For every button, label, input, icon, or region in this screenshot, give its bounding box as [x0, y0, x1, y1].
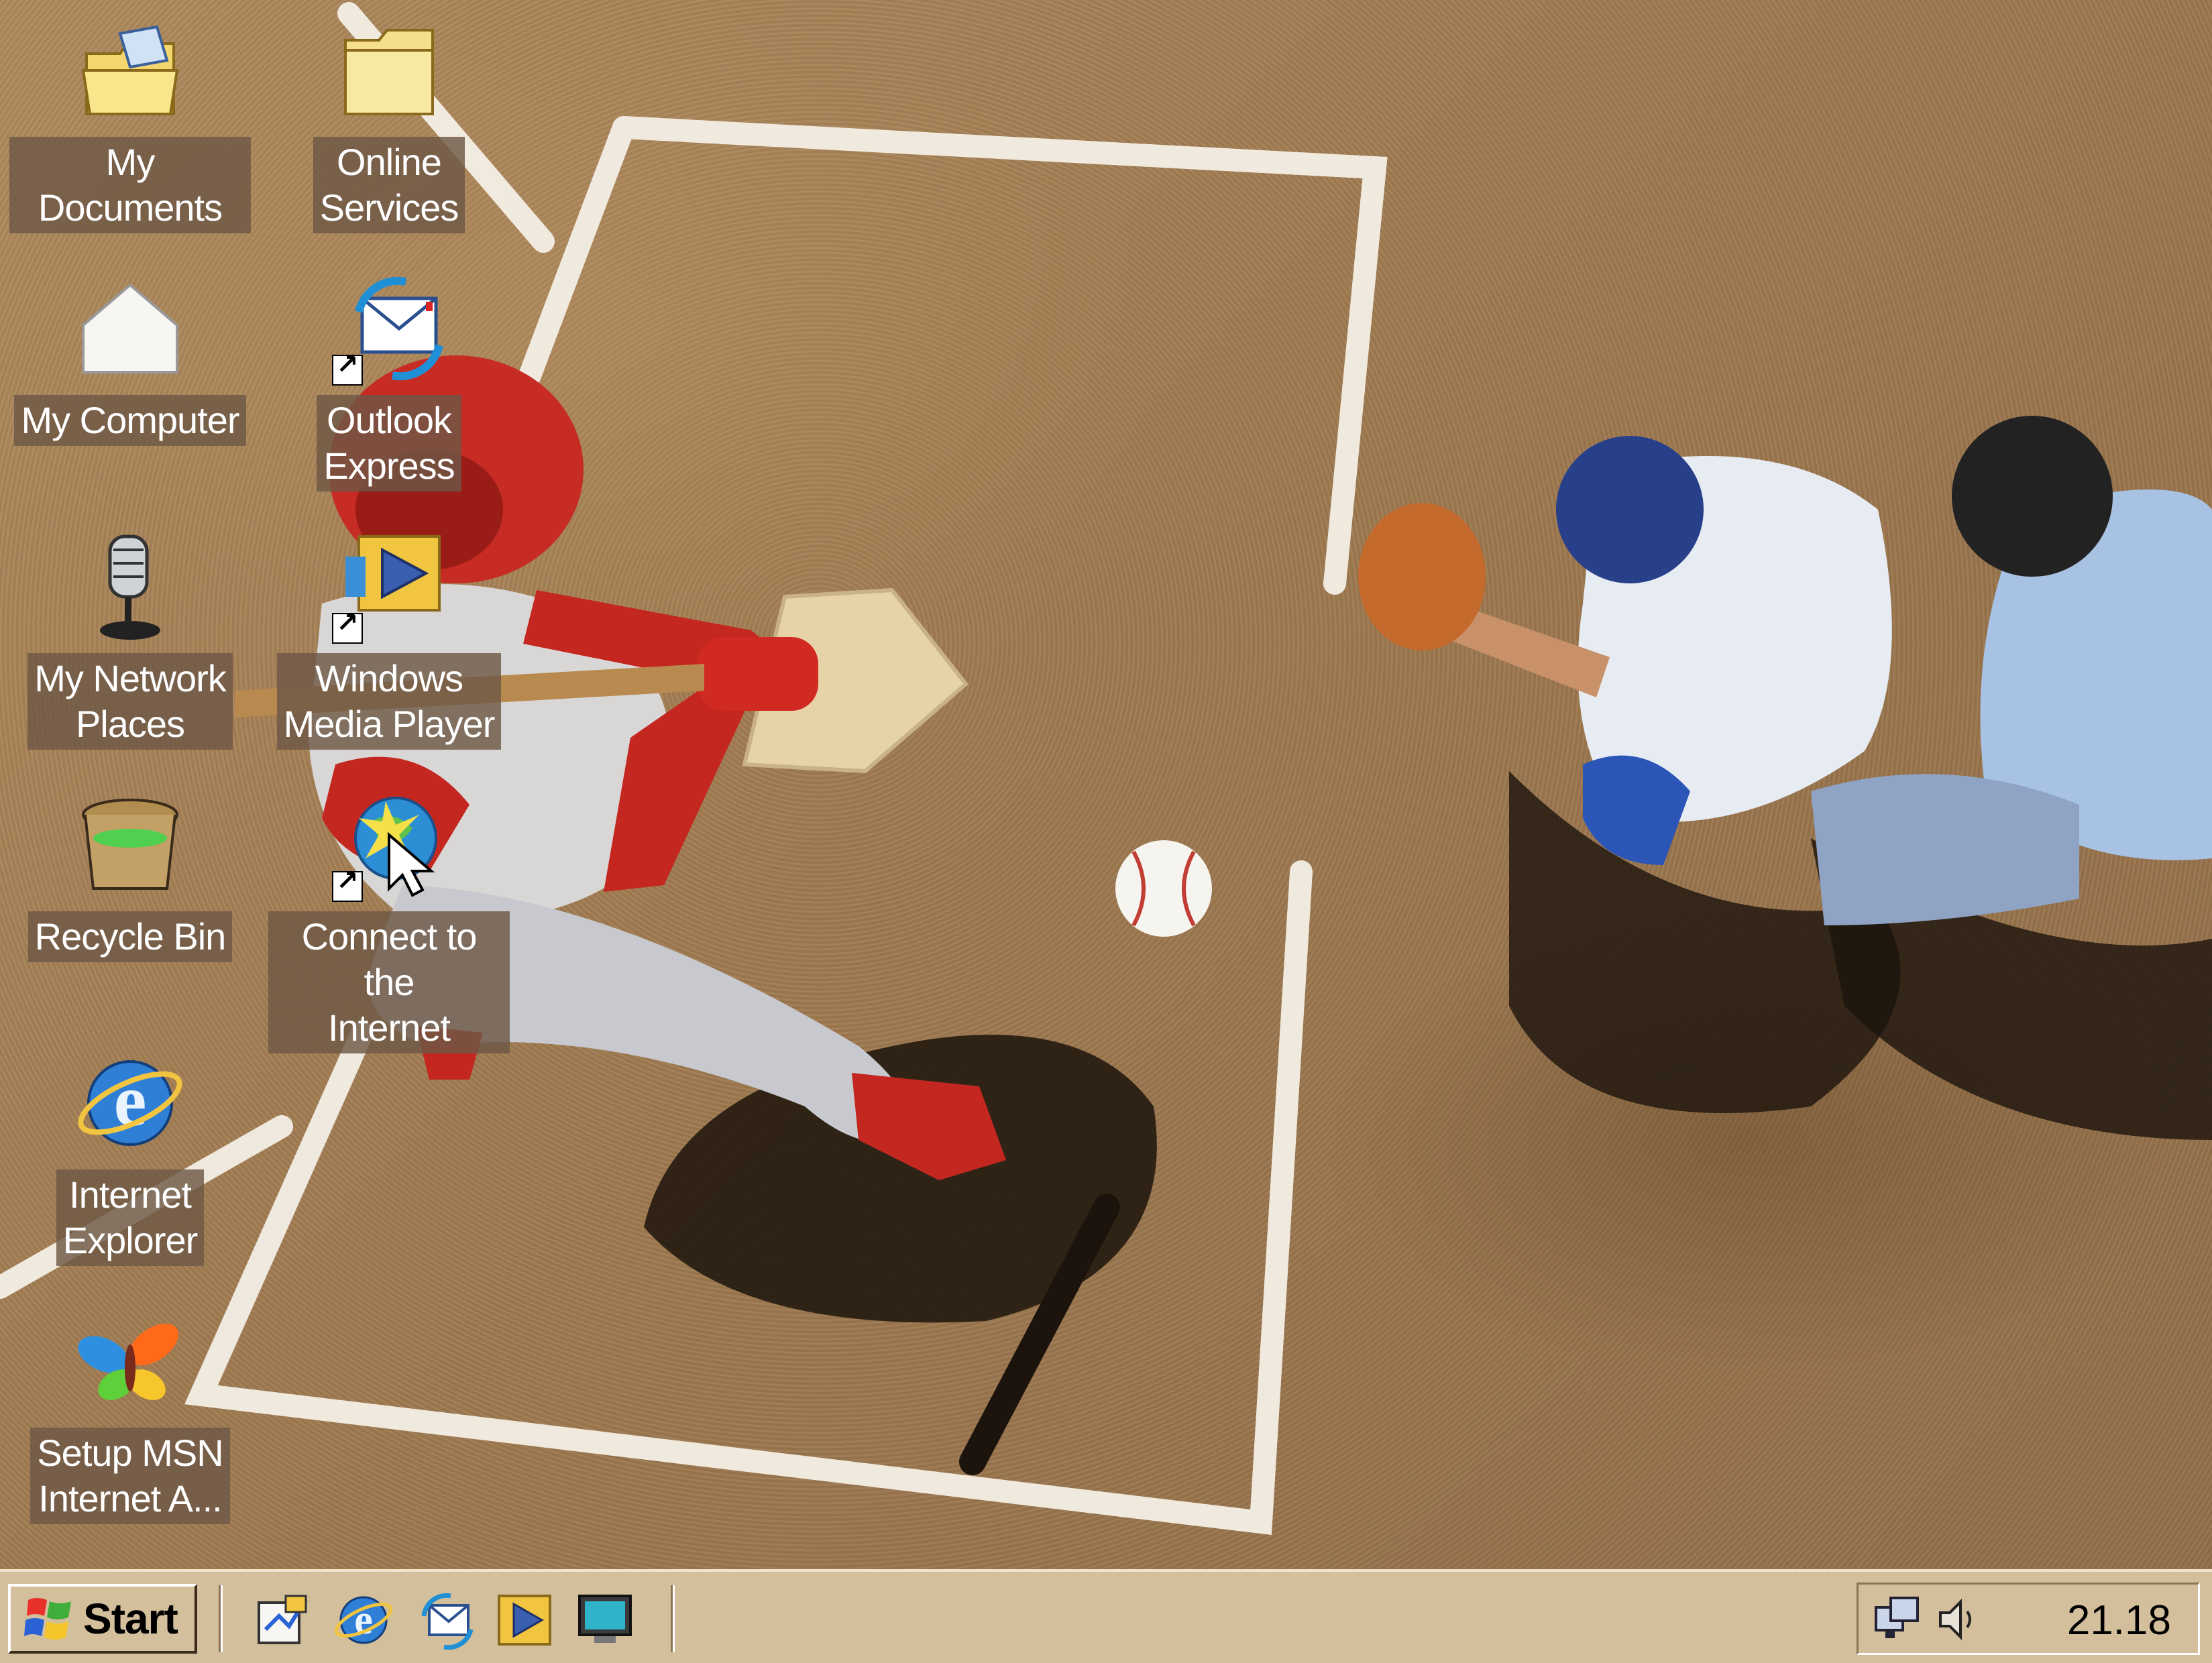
media-player-icon[interactable]: [494, 1589, 555, 1651]
desktop-icon-my-computer[interactable]: My Computer: [9, 272, 251, 446]
system-tray: 21.18: [1857, 1583, 2200, 1655]
svg-text:e: e: [354, 1597, 373, 1643]
connect-internet-icon: [332, 788, 446, 902]
show-desktop-icon[interactable]: [252, 1589, 314, 1651]
outlook-express-icon[interactable]: [413, 1589, 475, 1651]
icon-label: Outlook Express: [317, 395, 461, 492]
media-player-icon: [332, 530, 446, 644]
baseball-wallpaper: [0, 2, 2212, 1536]
internet-explorer-icon[interactable]: e: [333, 1589, 394, 1651]
icon-label: My Documents: [9, 137, 251, 233]
catcher: [1358, 436, 1901, 1113]
shortcut-arrow-icon: [332, 608, 363, 644]
msn-butterfly-icon: [73, 1304, 187, 1418]
icon-label: Windows Media Player: [276, 653, 502, 750]
desktop: My Documents Online Services My Computer: [0, 0, 2212, 1569]
network-icon[interactable]: [1872, 1594, 1923, 1645]
start-button[interactable]: Start: [8, 1584, 197, 1654]
icon-label: Connect to the Internet: [268, 911, 510, 1053]
baseball: [1115, 840, 1212, 937]
desktop-icon-connect-to-internet[interactable]: Connect to the Internet: [268, 788, 510, 1053]
clock[interactable]: 21.18: [2067, 1597, 2171, 1644]
icon-label: My Network Places: [27, 653, 233, 750]
icon-label: Internet Explorer: [56, 1169, 205, 1266]
icon-label: Setup MSN Internet A...: [30, 1428, 230, 1524]
icon-label: Online Services: [313, 137, 465, 233]
taskbar-separator: [219, 1585, 223, 1652]
desktop-icon-online-services[interactable]: Online Services: [268, 13, 510, 233]
internet-explorer-icon: e: [73, 1046, 187, 1160]
windows-logo-icon: [24, 1598, 71, 1640]
desktop-icon-my-documents[interactable]: My Documents: [9, 13, 251, 233]
shortcut-arrow-icon: [332, 866, 363, 902]
desktop-icon-recycle-bin[interactable]: Recycle Bin: [9, 788, 251, 962]
my-documents-icon: [73, 13, 187, 127]
icon-label: Recycle Bin: [27, 911, 233, 962]
taskbar-separator: [671, 1585, 675, 1652]
outlook-express-icon: [332, 272, 446, 386]
desktop-icon-setup-msn[interactable]: Setup MSN Internet A...: [9, 1304, 251, 1524]
desktop-icon-windows-media-player[interactable]: Windows Media Player: [268, 530, 510, 750]
desktop-icon-my-network-places[interactable]: My Network Places: [9, 530, 251, 750]
icon-label: My Computer: [14, 395, 246, 446]
network-places-icon: [73, 530, 187, 644]
recycle-bin-icon: [73, 788, 187, 902]
desktop-icon-internet-explorer[interactable]: e Internet Explorer: [9, 1046, 251, 1266]
taskbar: Start e 21.18: [0, 1569, 2212, 1663]
folder-icon: [332, 13, 446, 127]
monitor-icon[interactable]: [574, 1589, 636, 1651]
desktop-icon-outlook-express[interactable]: Outlook Express: [268, 272, 510, 492]
shortcut-arrow-icon: [332, 349, 363, 386]
volume-icon[interactable]: [1934, 1594, 1985, 1645]
start-label: Start: [83, 1595, 178, 1643]
my-computer-icon: [73, 272, 187, 386]
